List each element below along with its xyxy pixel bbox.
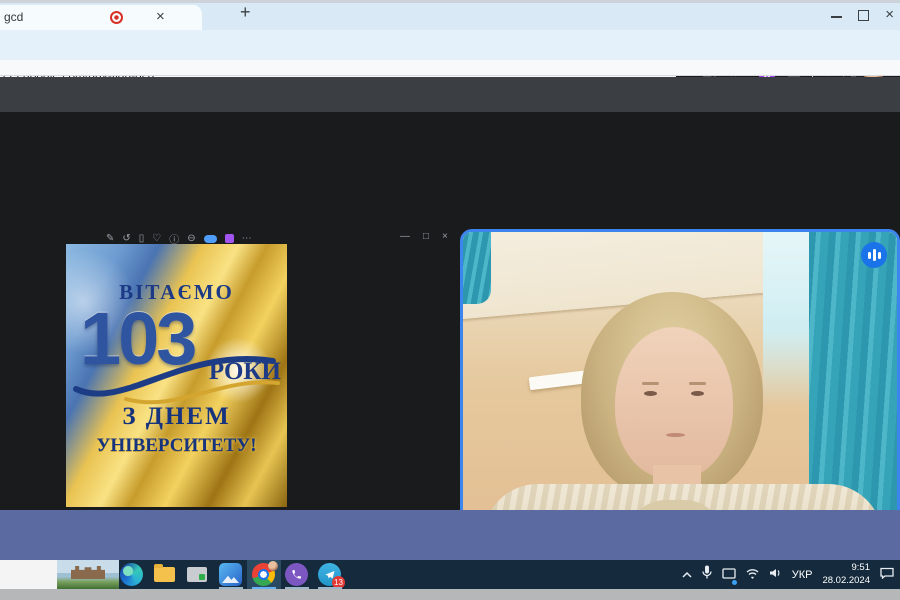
person-eye (644, 391, 657, 396)
slide-line2: З ДНЕМ (122, 403, 231, 430)
cloud-icon[interactable] (203, 234, 217, 243)
tray-mic-icon[interactable] (702, 565, 712, 584)
tab-close-icon[interactable]: × (156, 8, 165, 25)
person-mouth (666, 433, 685, 437)
meet-control-bar: gcd CC (0, 510, 900, 560)
main-video-tile[interactable]: Інна Григор'єва (460, 229, 900, 547)
tray-cast-icon[interactable] (722, 566, 737, 585)
telegram-icon[interactable]: 13 (318, 563, 345, 589)
person-brow (642, 382, 659, 385)
rotate-icon[interactable]: ↺ (122, 233, 130, 244)
presenting-banner: ина Коваленко (вы, на главном экране) Ос… (0, 77, 900, 184)
viber-icon[interactable] (285, 563, 308, 586)
tray-chevron-icon[interactable] (682, 566, 692, 584)
delete-icon[interactable]: ▯ (139, 233, 145, 244)
tray-time: 9:51 (851, 562, 871, 574)
audio-speaking-indicator (861, 242, 887, 268)
tab-title: gcd (4, 10, 24, 24)
browser-tab[interactable]: gcd × (0, 5, 202, 30)
cast-active-dot (731, 579, 737, 585)
viewer-maximize-icon[interactable]: □ (423, 231, 429, 242)
window-top-edge (0, 0, 900, 3)
screen: gcd × + × eet.google.com/ddy-fidn-gcd ☆ … (0, 0, 900, 600)
bookmarks-strip (0, 60, 900, 76)
tray-date: 28.02.2024 (822, 574, 870, 586)
more-icon[interactable]: ⋯ (242, 233, 252, 244)
window-close-button[interactable]: × (885, 6, 894, 23)
slide-years: РОКИ (208, 358, 281, 385)
system-tray: УКР 9:51 28.02.2024 (682, 560, 900, 589)
meeting-stage: ✎ ↺ ▯ ♡ ⓘ ⊖ ⋯ — □ × ВІТАЄМО 103 РОКИ З Д… (0, 112, 900, 600)
zoom-out-icon[interactable]: ⊖ (187, 233, 195, 244)
keyboard-language[interactable]: УКР (792, 569, 813, 581)
room-curtain-left (463, 232, 491, 304)
person-eye (691, 391, 704, 396)
person-brow (689, 382, 706, 385)
news-widget-thumbnail[interactable] (57, 560, 119, 589)
screen-bottom-strip (0, 589, 900, 600)
file-explorer-icon[interactable] (154, 564, 175, 582)
taskbar-search-area[interactable] (0, 560, 57, 589)
recording-icon (110, 11, 123, 24)
edit-icon[interactable]: ✎ (106, 233, 114, 244)
printer-app-icon[interactable] (187, 567, 207, 582)
windows-taskbar: 13 УКР 9:51 28.02.2024 (0, 560, 900, 589)
clock[interactable]: 9:51 28.02.2024 (822, 562, 870, 587)
browser-tab-strip: gcd × + × (0, 0, 900, 30)
chrome-icon[interactable] (252, 561, 278, 586)
slide-line3: УНІВЕРСИТЕТУ! (96, 435, 257, 456)
notification-center-icon[interactable] (880, 566, 894, 584)
app-icon[interactable] (224, 234, 234, 243)
window-maximize-button[interactable] (858, 10, 869, 21)
window-minimize-button[interactable] (831, 16, 842, 18)
tray-volume-icon[interactable] (769, 566, 782, 584)
new-tab-button[interactable]: + (240, 2, 251, 23)
edge-icon[interactable] (120, 563, 143, 586)
photos-app-icon[interactable] (219, 563, 242, 586)
viewer-close-icon[interactable]: × (442, 231, 448, 242)
photo-viewer-window-controls: — □ × (400, 231, 448, 242)
viewer-minimize-icon[interactable]: — (400, 231, 410, 242)
person-face (615, 327, 733, 479)
room-window (763, 232, 813, 407)
favorite-icon[interactable]: ♡ (152, 233, 161, 244)
shared-slide: ВІТАЄМО 103 РОКИ З ДНЕМ УНІВЕРСИТЕТУ! (66, 244, 287, 507)
browser-toolbar: eet.google.com/ddy-fidn-gcd ☆ b ⋮ (0, 30, 900, 87)
tray-wifi-icon[interactable] (746, 566, 759, 584)
